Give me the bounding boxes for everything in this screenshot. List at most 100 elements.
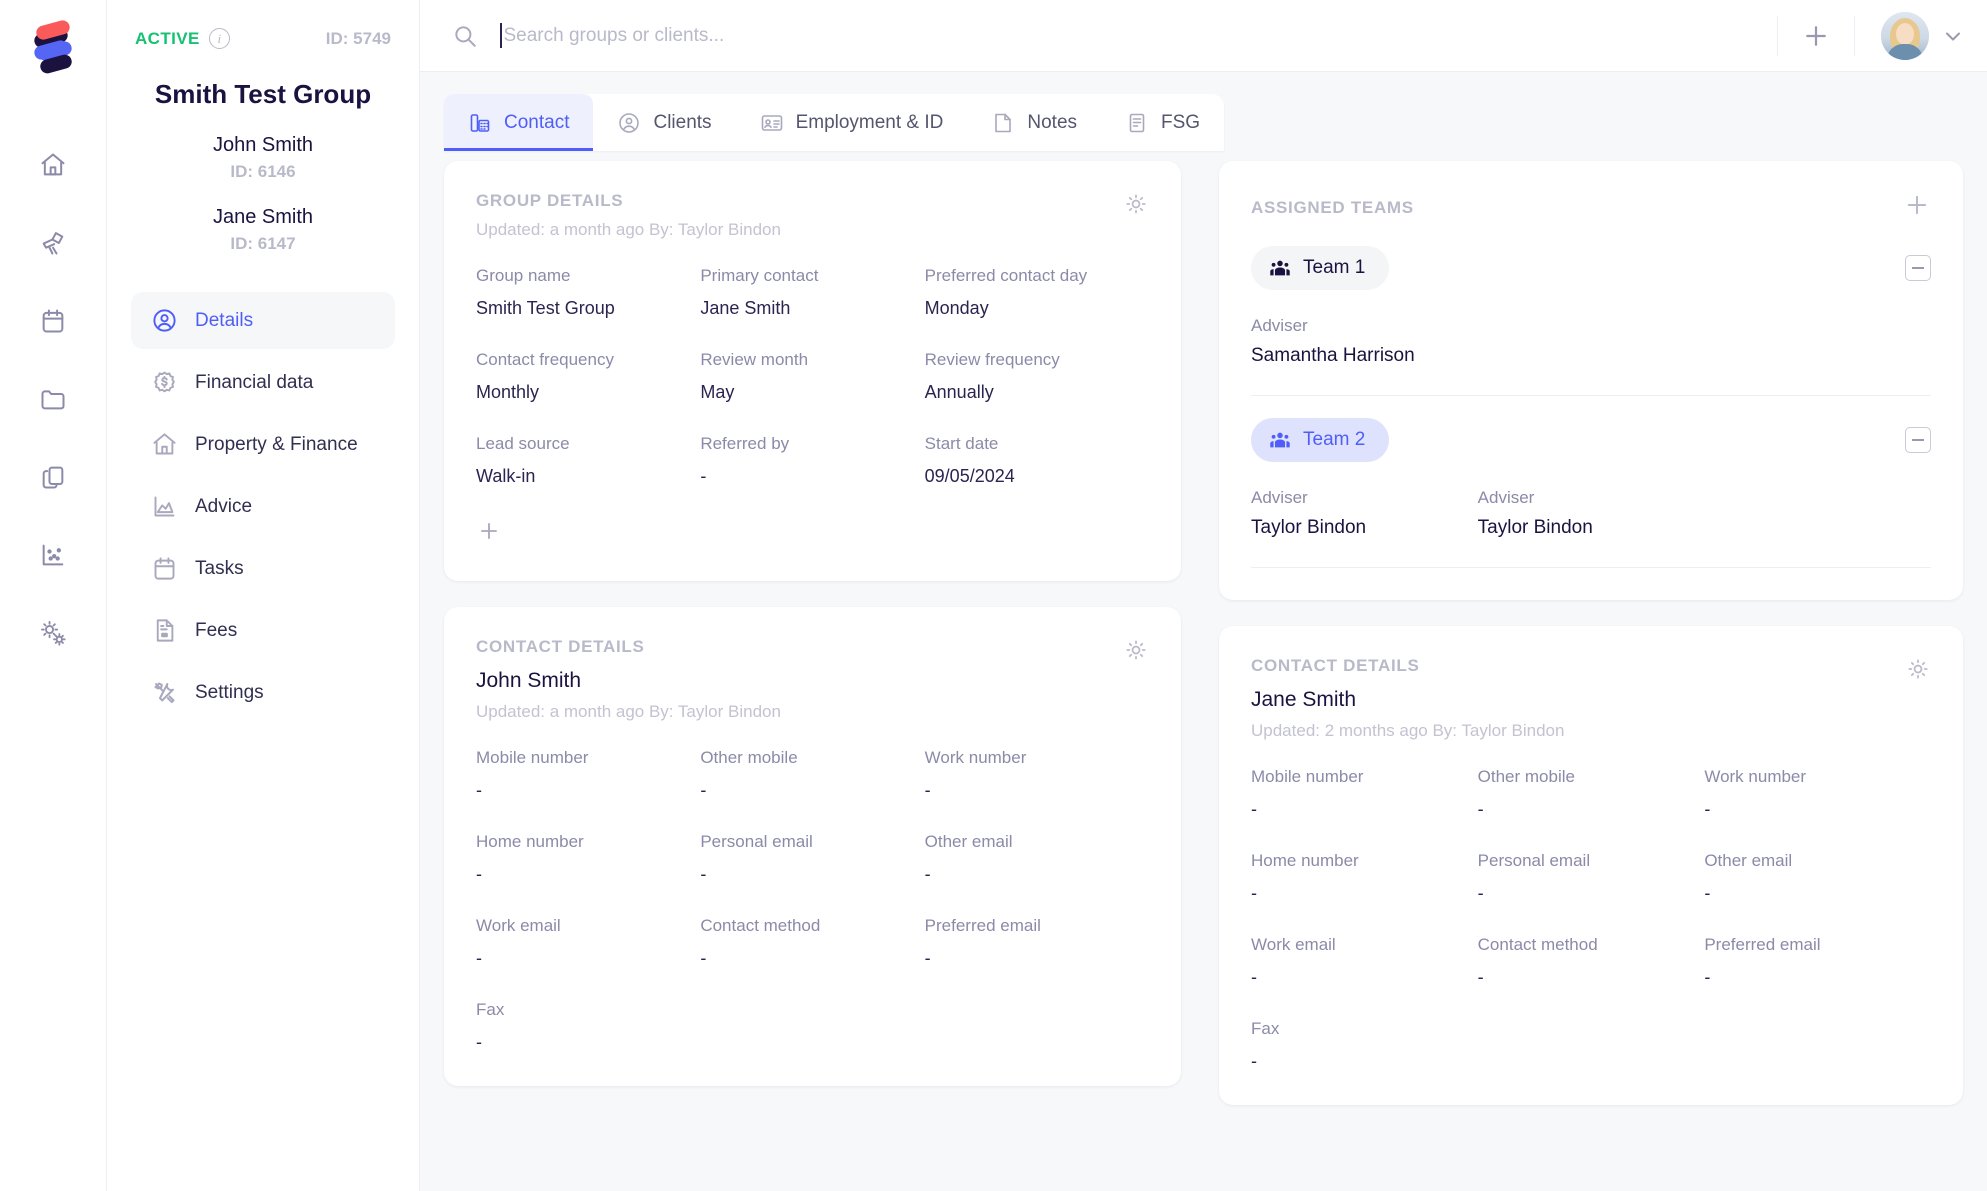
field: Fax - xyxy=(476,1000,700,1054)
field-label: Preferred email xyxy=(924,916,1041,935)
sidebar-item-advice[interactable]: Advice xyxy=(131,478,395,535)
card-person: Jane Smith xyxy=(1251,688,1357,711)
search-input[interactable] xyxy=(501,24,1777,47)
right-column: ASSIGNED TEAMS Team 1 Adviser Samantha H… xyxy=(1219,161,1963,1131)
tab-bar: Contact Clients Employment & ID Notes FS… xyxy=(444,94,1225,151)
tools-icon xyxy=(150,679,178,707)
context-sidebar: ACTIVE i ID: 5749 Smith Test Group John … xyxy=(107,0,420,1191)
adviser: Adviser Samantha Harrison xyxy=(1251,316,1478,367)
gear-icon[interactable] xyxy=(1905,656,1931,687)
page-title: Smith Test Group xyxy=(154,79,372,109)
field: Preferred email - xyxy=(925,916,1149,970)
document-icon xyxy=(150,617,178,645)
field-label: Home number xyxy=(1251,851,1359,870)
sidebar-item-financial-data[interactable]: Financial data xyxy=(131,354,395,411)
field-value: - xyxy=(476,1032,482,1052)
field: Preferred contact day Monday xyxy=(925,266,1149,320)
gears-icon[interactable] xyxy=(26,606,80,660)
info-icon[interactable]: i xyxy=(208,28,230,49)
group-id: ID: 5749 xyxy=(325,28,391,48)
field-label: Review frequency xyxy=(924,350,1060,369)
field-label: Contact method xyxy=(1477,935,1598,954)
member-john[interactable]: John Smith ID: 6146 xyxy=(131,134,395,182)
field: Work number - xyxy=(1704,767,1931,821)
field: Contact method - xyxy=(700,916,924,970)
search-field-wrap xyxy=(500,23,1777,48)
home-icon[interactable] xyxy=(26,138,80,192)
card-title: ASSIGNED TEAMS xyxy=(1251,197,1414,217)
sidebar-item-label: Advice xyxy=(195,495,253,517)
add-field-button[interactable] xyxy=(476,518,502,544)
tab-fsg[interactable]: FSG xyxy=(1101,94,1224,151)
tab-notes[interactable]: Notes xyxy=(967,94,1101,151)
assigned-teams-card: ASSIGNED TEAMS Team 1 Adviser Samantha H… xyxy=(1219,161,1963,600)
tab-contact[interactable]: Contact xyxy=(444,94,594,151)
tab-employment-id[interactable]: Employment & ID xyxy=(736,94,968,151)
add-button[interactable] xyxy=(1778,0,1854,72)
tab-clients[interactable]: Clients xyxy=(593,94,735,151)
team-block-2: Team 2 Adviser Taylor Bindon Adviser Tay… xyxy=(1251,396,1931,568)
search-area xyxy=(420,23,1777,49)
field-value: - xyxy=(1477,883,1484,903)
user-circle-icon xyxy=(150,307,178,335)
field-label: Work number xyxy=(1704,767,1807,786)
field-value: - xyxy=(1251,799,1257,819)
field-value: Smith Test Group xyxy=(476,298,615,318)
adviser-label: Adviser xyxy=(1251,316,1308,335)
team-icon xyxy=(1269,257,1291,279)
status-badge: ACTIVE xyxy=(135,28,200,48)
field-value: - xyxy=(700,864,707,884)
field: Other email - xyxy=(1704,851,1931,905)
field-label: Fax xyxy=(1251,1019,1280,1038)
card-title: GROUP DETAILS xyxy=(476,191,624,210)
field-label: Preferred contact day xyxy=(924,266,1088,285)
sidebar-item-fees[interactable]: Fees xyxy=(131,602,395,659)
area-chart-icon xyxy=(150,493,178,521)
gear-icon[interactable] xyxy=(1123,191,1149,222)
field-value: - xyxy=(1251,883,1257,903)
field-value: - xyxy=(1251,1051,1257,1071)
chevron-down-icon[interactable] xyxy=(1941,24,1965,48)
member-id: ID: 6146 xyxy=(230,162,296,181)
user-menu[interactable] xyxy=(1855,11,1987,60)
sidebar-item-label: Settings xyxy=(195,681,264,703)
sidebar-item-tasks[interactable]: Tasks xyxy=(131,540,395,597)
team-chip[interactable]: Team 1 xyxy=(1251,246,1390,290)
app-logo[interactable] xyxy=(22,16,84,78)
field-value: - xyxy=(924,864,931,884)
scatter-chart-icon[interactable] xyxy=(26,528,80,582)
team-name: Team 2 xyxy=(1303,429,1366,450)
search-icon[interactable] xyxy=(452,23,478,49)
copy-icon[interactable] xyxy=(26,450,80,504)
field: Preferred email - xyxy=(1704,935,1931,989)
team-chip[interactable]: Team 2 xyxy=(1251,418,1390,462)
remove-team-button[interactable] xyxy=(1905,427,1931,453)
group-details-header: GROUP DETAILS Updated: a month ago By: T… xyxy=(476,191,1149,240)
team-name: Team 1 xyxy=(1303,257,1366,278)
sidebar-item-property-finance[interactable]: Property & Finance xyxy=(131,416,395,473)
sidebar-item-label: Details xyxy=(195,309,254,331)
telescope-icon[interactable] xyxy=(26,216,80,270)
field-label: Preferred email xyxy=(1704,935,1821,954)
field-value: - xyxy=(1251,967,1257,987)
calendar-icon[interactable] xyxy=(26,294,80,348)
add-team-button[interactable] xyxy=(1903,191,1931,224)
field-value: - xyxy=(924,948,931,968)
member-jane[interactable]: Jane Smith ID: 6147 xyxy=(131,206,395,254)
field-label: Personal email xyxy=(700,832,813,851)
tab-label: Clients xyxy=(653,111,712,133)
contact-details-header: CONTACT DETAILS Jane Smith Updated: 2 mo… xyxy=(1251,656,1931,741)
folder-icon[interactable] xyxy=(26,372,80,426)
sidebar-item-details[interactable]: Details xyxy=(131,292,395,349)
team-block-1: Team 1 Adviser Samantha Harrison xyxy=(1251,224,1931,396)
sidebar-item-settings[interactable]: Settings xyxy=(131,664,395,721)
field: Start date 09/05/2024 xyxy=(925,434,1149,488)
contact-details-card-john: CONTACT DETAILS John Smith Updated: a mo… xyxy=(444,607,1181,1086)
gear-icon[interactable] xyxy=(1123,637,1149,668)
remove-team-button[interactable] xyxy=(1905,255,1931,281)
field-label: Mobile number xyxy=(1251,767,1364,786)
field: Review month May xyxy=(700,350,924,404)
team-icon xyxy=(1269,429,1291,451)
contact-details-card-jane: CONTACT DETAILS Jane Smith Updated: 2 mo… xyxy=(1219,626,1963,1105)
home-icon xyxy=(150,431,178,459)
